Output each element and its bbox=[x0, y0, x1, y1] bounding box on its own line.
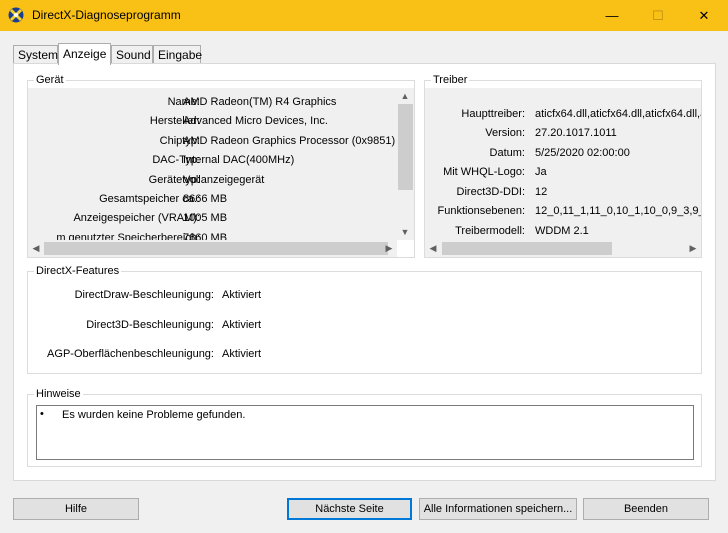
driver-label-main: Haupttreiber: bbox=[461, 108, 525, 120]
tab-sound[interactable]: Sound bbox=[111, 45, 153, 63]
scroll-left-icon[interactable]: ◀ bbox=[425, 240, 441, 256]
device-vertical-scrollbar[interactable]: ▲ ▼ bbox=[397, 88, 414, 240]
device-vertical-scroll-thumb[interactable] bbox=[398, 104, 413, 190]
device-value-vram: 1005 MB bbox=[183, 212, 228, 224]
feature-value-directdraw: Aktiviert bbox=[222, 289, 262, 301]
driver-value-date: 5/25/2020 02:00:00 bbox=[535, 147, 630, 159]
notes-item: Es wurden keine Probleme gefunden. bbox=[62, 409, 246, 421]
notes-textbox[interactable]: • Es wurden keine Probleme gefunden. bbox=[36, 405, 694, 460]
tab-anzeige[interactable]: Anzeige bbox=[58, 43, 111, 65]
device-value-total-memory: 8666 MB bbox=[183, 193, 228, 205]
device-value-name: AMD Radeon(TM) R4 Graphics bbox=[183, 96, 337, 108]
tab-system[interactable]: System bbox=[13, 45, 58, 63]
driver-label-model: Treibermodell: bbox=[455, 225, 525, 237]
save-all-info-button[interactable]: Alle Informationen speichern... bbox=[419, 498, 577, 520]
notes-group-title: Hinweise bbox=[34, 388, 83, 400]
device-group-title: Gerät bbox=[34, 74, 66, 86]
driver-label-version: Version: bbox=[485, 127, 525, 139]
driver-horizontal-scroll-thumb[interactable] bbox=[442, 242, 612, 255]
device-label-shared-memory: m genutzter Speicherbereich: bbox=[56, 232, 200, 240]
maximize-button: ☐ bbox=[635, 0, 681, 31]
close-button[interactable]: ✕ bbox=[681, 0, 727, 31]
feature-value-direct3d: Aktiviert bbox=[222, 319, 262, 331]
scroll-right-icon[interactable]: ▶ bbox=[685, 240, 701, 256]
close-icon: ✕ bbox=[698, 7, 710, 23]
features-group-title: DirectX-Features bbox=[34, 265, 122, 277]
driver-value-feature-levels: 12_0,11_1,11_0,10_1,10_0,9_3,9_ bbox=[535, 205, 701, 217]
next-page-button[interactable]: Nächste Seite bbox=[287, 498, 412, 520]
device-info-panel: Name: AMD Radeon(TM) R4 Graphics Herstel… bbox=[28, 88, 397, 240]
scroll-left-icon[interactable]: ◀ bbox=[28, 240, 44, 256]
driver-label-date: Datum: bbox=[489, 147, 525, 159]
directx-app-icon bbox=[8, 7, 24, 23]
driver-value-main: aticfx64.dll,aticfx64.dll,aticfx64.dll,a bbox=[535, 108, 701, 120]
device-value-dac: Internal DAC(400MHz) bbox=[183, 154, 295, 166]
driver-value-d3d-ddi: 12 bbox=[535, 186, 548, 198]
device-horizontal-scroll-thumb[interactable] bbox=[44, 242, 388, 255]
device-value-shared-memory: 7660 MB bbox=[183, 232, 228, 240]
tab-eingabe[interactable]: Eingabe bbox=[153, 45, 202, 63]
help-button[interactable]: Hilfe bbox=[13, 498, 139, 520]
feature-label-agp: AGP-Oberflächenbeschleunigung: bbox=[47, 348, 214, 360]
feature-label-directdraw: DirectDraw-Beschleunigung: bbox=[74, 289, 214, 301]
minimize-button[interactable]: — bbox=[589, 0, 635, 31]
minimize-icon: — bbox=[605, 8, 619, 23]
device-label-vram: Anzeigespeicher (VRAM): bbox=[73, 212, 200, 224]
window-title: DirectX-Diagnoseprogramm bbox=[32, 8, 181, 22]
driver-info-panel: Haupttreiber: aticfx64.dll,aticfx64.dll,… bbox=[425, 88, 701, 240]
device-horizontal-scrollbar[interactable]: ◀ ▶ bbox=[28, 240, 397, 257]
driver-value-model: WDDM 2.1 bbox=[535, 225, 589, 237]
device-value-devicetype: Vollanzeigegerät bbox=[183, 174, 265, 186]
device-value-manufacturer: Advanced Micro Devices, Inc. bbox=[183, 115, 328, 127]
feature-value-agp: Aktiviert bbox=[222, 348, 262, 360]
driver-label-feature-levels: Funktionsebenen: bbox=[437, 205, 525, 217]
scroll-down-icon[interactable]: ▼ bbox=[397, 224, 413, 240]
scroll-right-icon[interactable]: ▶ bbox=[381, 240, 397, 256]
scroll-up-icon[interactable]: ▲ bbox=[397, 88, 413, 104]
driver-horizontal-scrollbar[interactable]: ◀ ▶ bbox=[425, 240, 701, 257]
driver-label-d3d-ddi: Direct3D-DDI: bbox=[456, 186, 525, 198]
device-value-chiptype: AMD Radeon Graphics Processor (0x9851) bbox=[183, 135, 396, 147]
exit-button[interactable]: Beenden bbox=[583, 498, 709, 520]
driver-label-whql: Mit WHQL-Logo: bbox=[443, 166, 525, 178]
driver-value-whql: Ja bbox=[535, 166, 547, 178]
maximize-icon: ☐ bbox=[652, 7, 664, 23]
driver-value-version: 27.20.1017.1011 bbox=[535, 127, 617, 139]
driver-group-title: Treiber bbox=[431, 74, 470, 86]
feature-label-direct3d: Direct3D-Beschleunigung: bbox=[86, 319, 214, 331]
bullet-icon: • bbox=[40, 408, 44, 420]
title-bar[interactable]: DirectX-Diagnoseprogramm — ☐ ✕ bbox=[0, 0, 728, 31]
